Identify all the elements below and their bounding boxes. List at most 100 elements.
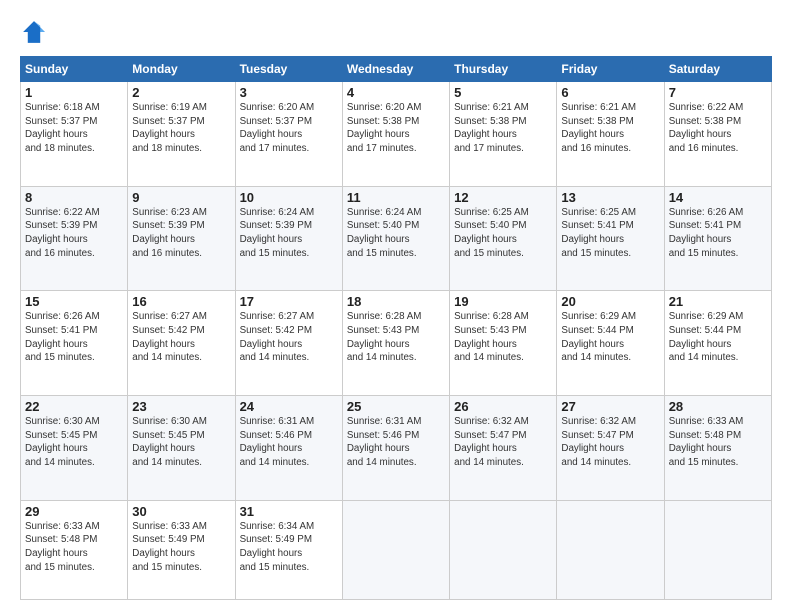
calendar-cell: 24 Sunrise: 6:31 AMSunset: 5:46 PMDaylig… <box>235 395 342 500</box>
day-info: Sunrise: 6:24 AMSunset: 5:40 PMDaylight … <box>347 207 422 259</box>
calendar-header-thursday: Thursday <box>450 57 557 82</box>
calendar-header-monday: Monday <box>128 57 235 82</box>
day-info: Sunrise: 6:29 AMSunset: 5:44 PMDaylight … <box>669 311 744 363</box>
day-number: 23 <box>132 399 230 414</box>
calendar-header-sunday: Sunday <box>21 57 128 82</box>
day-number: 2 <box>132 85 230 100</box>
day-number: 5 <box>454 85 552 100</box>
day-number: 25 <box>347 399 445 414</box>
day-info: Sunrise: 6:28 AMSunset: 5:43 PMDaylight … <box>347 311 422 363</box>
day-number: 20 <box>561 294 659 309</box>
day-info: Sunrise: 6:28 AMSunset: 5:43 PMDaylight … <box>454 311 529 363</box>
calendar-cell: 30 Sunrise: 6:33 AMSunset: 5:49 PMDaylig… <box>128 500 235 599</box>
day-number: 9 <box>132 190 230 205</box>
day-info: Sunrise: 6:25 AMSunset: 5:41 PMDaylight … <box>561 207 636 259</box>
calendar-cell: 12 Sunrise: 6:25 AMSunset: 5:40 PMDaylig… <box>450 186 557 291</box>
calendar-cell: 28 Sunrise: 6:33 AMSunset: 5:48 PMDaylig… <box>664 395 771 500</box>
calendar-cell: 20 Sunrise: 6:29 AMSunset: 5:44 PMDaylig… <box>557 291 664 396</box>
calendar-cell: 17 Sunrise: 6:27 AMSunset: 5:42 PMDaylig… <box>235 291 342 396</box>
day-number: 29 <box>25 504 123 519</box>
day-info: Sunrise: 6:20 AMSunset: 5:38 PMDaylight … <box>347 102 422 154</box>
day-info: Sunrise: 6:21 AMSunset: 5:38 PMDaylight … <box>454 102 529 154</box>
day-number: 30 <box>132 504 230 519</box>
calendar-cell: 8 Sunrise: 6:22 AMSunset: 5:39 PMDayligh… <box>21 186 128 291</box>
calendar-cell: 22 Sunrise: 6:30 AMSunset: 5:45 PMDaylig… <box>21 395 128 500</box>
day-info: Sunrise: 6:22 AMSunset: 5:39 PMDaylight … <box>25 207 100 259</box>
day-number: 19 <box>454 294 552 309</box>
calendar-cell: 26 Sunrise: 6:32 AMSunset: 5:47 PMDaylig… <box>450 395 557 500</box>
calendar-week-row: 22 Sunrise: 6:30 AMSunset: 5:45 PMDaylig… <box>21 395 772 500</box>
day-number: 18 <box>347 294 445 309</box>
day-number: 21 <box>669 294 767 309</box>
day-info: Sunrise: 6:32 AMSunset: 5:47 PMDaylight … <box>454 416 529 468</box>
day-number: 12 <box>454 190 552 205</box>
day-info: Sunrise: 6:29 AMSunset: 5:44 PMDaylight … <box>561 311 636 363</box>
day-info: Sunrise: 6:26 AMSunset: 5:41 PMDaylight … <box>25 311 100 363</box>
calendar-cell: 6 Sunrise: 6:21 AMSunset: 5:38 PMDayligh… <box>557 82 664 187</box>
day-info: Sunrise: 6:31 AMSunset: 5:46 PMDaylight … <box>240 416 315 468</box>
day-number: 6 <box>561 85 659 100</box>
calendar-header-tuesday: Tuesday <box>235 57 342 82</box>
day-number: 14 <box>669 190 767 205</box>
calendar: SundayMondayTuesdayWednesdayThursdayFrid… <box>20 56 772 600</box>
day-info: Sunrise: 6:33 AMSunset: 5:49 PMDaylight … <box>132 521 207 573</box>
day-info: Sunrise: 6:22 AMSunset: 5:38 PMDaylight … <box>669 102 744 154</box>
calendar-cell <box>450 500 557 599</box>
calendar-cell <box>557 500 664 599</box>
calendar-header-row: SundayMondayTuesdayWednesdayThursdayFrid… <box>21 57 772 82</box>
calendar-cell: 2 Sunrise: 6:19 AMSunset: 5:37 PMDayligh… <box>128 82 235 187</box>
day-info: Sunrise: 6:25 AMSunset: 5:40 PMDaylight … <box>454 207 529 259</box>
logo <box>20 18 52 46</box>
day-info: Sunrise: 6:33 AMSunset: 5:48 PMDaylight … <box>25 521 100 573</box>
calendar-cell: 31 Sunrise: 6:34 AMSunset: 5:49 PMDaylig… <box>235 500 342 599</box>
calendar-cell: 15 Sunrise: 6:26 AMSunset: 5:41 PMDaylig… <box>21 291 128 396</box>
calendar-header-saturday: Saturday <box>664 57 771 82</box>
day-number: 24 <box>240 399 338 414</box>
calendar-header-friday: Friday <box>557 57 664 82</box>
calendar-cell: 7 Sunrise: 6:22 AMSunset: 5:38 PMDayligh… <box>664 82 771 187</box>
day-info: Sunrise: 6:24 AMSunset: 5:39 PMDaylight … <box>240 207 315 259</box>
day-number: 15 <box>25 294 123 309</box>
day-info: Sunrise: 6:23 AMSunset: 5:39 PMDaylight … <box>132 207 207 259</box>
day-number: 26 <box>454 399 552 414</box>
day-info: Sunrise: 6:27 AMSunset: 5:42 PMDaylight … <box>132 311 207 363</box>
day-info: Sunrise: 6:18 AMSunset: 5:37 PMDaylight … <box>25 102 100 154</box>
header <box>20 18 772 46</box>
day-number: 28 <box>669 399 767 414</box>
calendar-week-row: 29 Sunrise: 6:33 AMSunset: 5:48 PMDaylig… <box>21 500 772 599</box>
day-number: 31 <box>240 504 338 519</box>
calendar-cell: 21 Sunrise: 6:29 AMSunset: 5:44 PMDaylig… <box>664 291 771 396</box>
calendar-cell: 14 Sunrise: 6:26 AMSunset: 5:41 PMDaylig… <box>664 186 771 291</box>
day-info: Sunrise: 6:30 AMSunset: 5:45 PMDaylight … <box>25 416 100 468</box>
calendar-cell <box>342 500 449 599</box>
calendar-cell: 29 Sunrise: 6:33 AMSunset: 5:48 PMDaylig… <box>21 500 128 599</box>
day-number: 11 <box>347 190 445 205</box>
calendar-cell: 4 Sunrise: 6:20 AMSunset: 5:38 PMDayligh… <box>342 82 449 187</box>
day-info: Sunrise: 6:31 AMSunset: 5:46 PMDaylight … <box>347 416 422 468</box>
day-number: 10 <box>240 190 338 205</box>
day-info: Sunrise: 6:30 AMSunset: 5:45 PMDaylight … <box>132 416 207 468</box>
day-number: 4 <box>347 85 445 100</box>
calendar-cell: 27 Sunrise: 6:32 AMSunset: 5:47 PMDaylig… <box>557 395 664 500</box>
day-number: 13 <box>561 190 659 205</box>
day-info: Sunrise: 6:34 AMSunset: 5:49 PMDaylight … <box>240 521 315 573</box>
calendar-cell: 1 Sunrise: 6:18 AMSunset: 5:37 PMDayligh… <box>21 82 128 187</box>
calendar-header-wednesday: Wednesday <box>342 57 449 82</box>
day-number: 22 <box>25 399 123 414</box>
calendar-week-row: 8 Sunrise: 6:22 AMSunset: 5:39 PMDayligh… <box>21 186 772 291</box>
calendar-cell: 16 Sunrise: 6:27 AMSunset: 5:42 PMDaylig… <box>128 291 235 396</box>
logo-icon <box>20 18 48 46</box>
calendar-cell: 19 Sunrise: 6:28 AMSunset: 5:43 PMDaylig… <box>450 291 557 396</box>
day-number: 17 <box>240 294 338 309</box>
day-info: Sunrise: 6:26 AMSunset: 5:41 PMDaylight … <box>669 207 744 259</box>
calendar-week-row: 1 Sunrise: 6:18 AMSunset: 5:37 PMDayligh… <box>21 82 772 187</box>
day-number: 3 <box>240 85 338 100</box>
calendar-cell: 5 Sunrise: 6:21 AMSunset: 5:38 PMDayligh… <box>450 82 557 187</box>
day-number: 1 <box>25 85 123 100</box>
day-info: Sunrise: 6:27 AMSunset: 5:42 PMDaylight … <box>240 311 315 363</box>
calendar-cell: 9 Sunrise: 6:23 AMSunset: 5:39 PMDayligh… <box>128 186 235 291</box>
day-info: Sunrise: 6:32 AMSunset: 5:47 PMDaylight … <box>561 416 636 468</box>
day-number: 7 <box>669 85 767 100</box>
calendar-cell: 11 Sunrise: 6:24 AMSunset: 5:40 PMDaylig… <box>342 186 449 291</box>
day-number: 16 <box>132 294 230 309</box>
